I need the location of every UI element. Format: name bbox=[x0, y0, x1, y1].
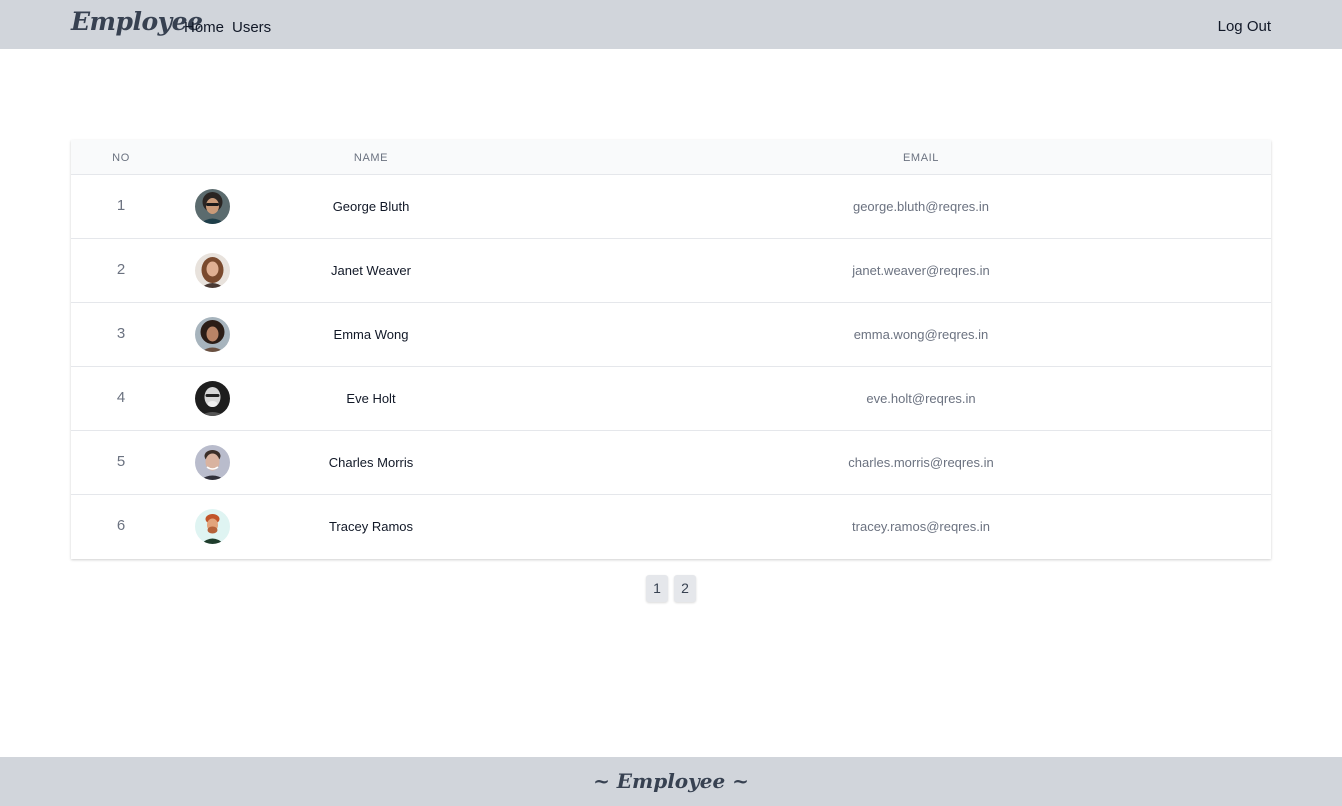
footer-brand: ~ Employee ~ bbox=[593, 769, 749, 793]
avatar bbox=[195, 381, 230, 416]
table-row: 5 Charles Morris charles.morris@reqres.i… bbox=[71, 431, 1271, 495]
brand-logo[interactable]: Employee bbox=[71, 7, 203, 36]
page-button-2[interactable]: 2 bbox=[674, 575, 696, 602]
nav-link-users[interactable]: Users bbox=[232, 19, 271, 36]
user-email: emma.wong@reqres.in bbox=[853, 327, 989, 342]
avatar bbox=[195, 317, 230, 352]
avatar bbox=[195, 189, 230, 224]
user-name: Tracey Ramos bbox=[328, 519, 414, 534]
user-email: charles.morris@reqres.in bbox=[848, 455, 994, 470]
row-number: 3 bbox=[116, 325, 126, 342]
avatar bbox=[195, 445, 230, 480]
column-header-name: NAME bbox=[353, 152, 389, 164]
row-number: 1 bbox=[116, 197, 126, 214]
user-email: tracey.ramos@reqres.in bbox=[852, 519, 990, 534]
row-number: 4 bbox=[116, 389, 126, 406]
user-name: Emma Wong bbox=[333, 327, 409, 342]
navbar: Employee Home Users Log Out bbox=[0, 0, 1342, 49]
avatar bbox=[195, 253, 230, 288]
table-header: NO NAME EMAIL bbox=[71, 140, 1271, 175]
user-email: janet.weaver@reqres.in bbox=[852, 263, 990, 278]
table-row: 6 Tracey Ramos tracey.ramos@reqres.in bbox=[71, 495, 1271, 559]
table-row: 2 Janet Weaver janet.weaver@reqres.in bbox=[71, 239, 1271, 303]
row-number: 5 bbox=[116, 453, 126, 470]
avatar bbox=[195, 509, 230, 544]
user-email: george.bluth@reqres.in bbox=[852, 199, 990, 214]
users-table: NO NAME EMAIL 1 George Bluth george.blut… bbox=[71, 140, 1271, 559]
column-header-email: EMAIL bbox=[902, 152, 940, 164]
user-email: eve.holt@reqres.in bbox=[866, 391, 976, 406]
user-name: George Bluth bbox=[332, 199, 410, 214]
table-row: 4 Eve Holt eve.holt@reqres.in bbox=[71, 367, 1271, 431]
logout-link[interactable]: Log Out bbox=[1218, 18, 1271, 35]
user-name: Charles Morris bbox=[328, 455, 414, 470]
user-name: Janet Weaver bbox=[331, 263, 411, 278]
page-button-1[interactable]: 1 bbox=[646, 575, 668, 602]
column-header-no: NO bbox=[112, 152, 130, 164]
row-number: 2 bbox=[116, 261, 126, 278]
row-number: 6 bbox=[116, 517, 126, 534]
user-name: Eve Holt bbox=[346, 391, 396, 406]
footer: ~ Employee ~ bbox=[0, 757, 1342, 806]
table-row: 3 Emma Wong emma.wong@reqres.in bbox=[71, 303, 1271, 367]
table-row: 1 George Bluth george.bluth@reqres.in bbox=[71, 175, 1271, 239]
nav-link-home[interactable]: Home bbox=[184, 19, 224, 36]
